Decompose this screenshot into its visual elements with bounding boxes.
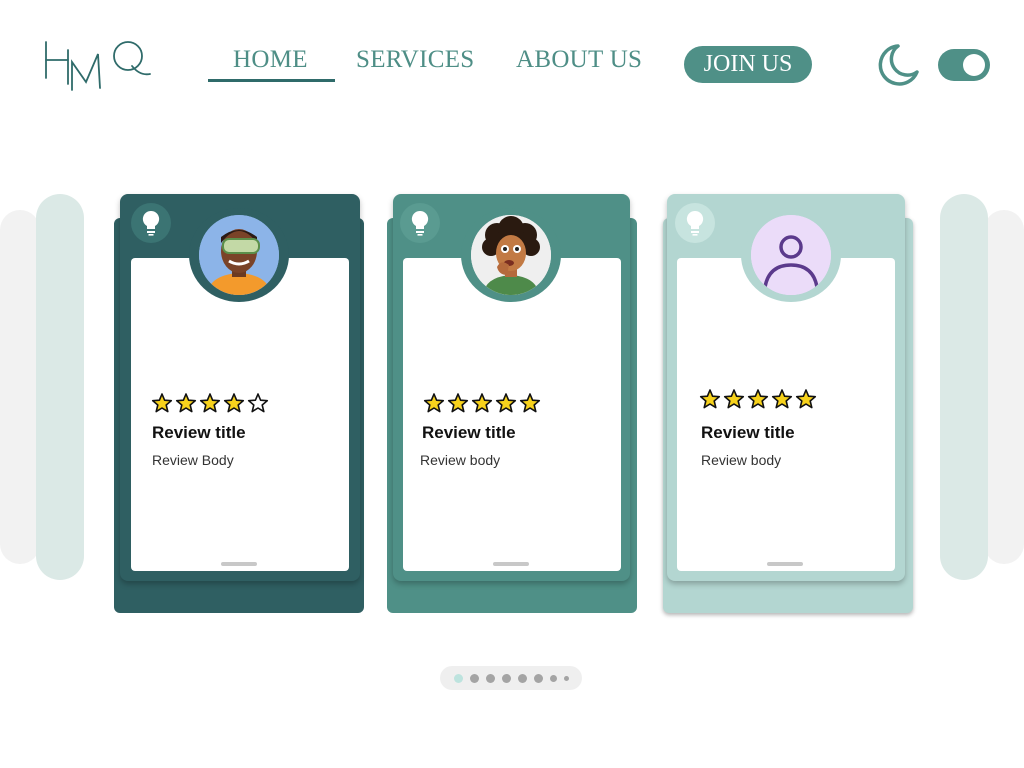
star-filled-icon bbox=[199, 393, 221, 413]
avatar-frame bbox=[461, 208, 561, 302]
nav-about-us[interactable]: ABOUT US bbox=[516, 46, 642, 74]
ghost-card-right[interactable] bbox=[940, 194, 988, 580]
user-icon bbox=[751, 215, 831, 295]
star-filled-icon bbox=[447, 393, 469, 413]
pagination-dot[interactable] bbox=[469, 673, 479, 683]
lightbulb-button[interactable] bbox=[131, 203, 171, 243]
nav-active-underline bbox=[208, 79, 335, 82]
toggle-knob bbox=[963, 54, 985, 76]
lightbulb-button[interactable] bbox=[400, 203, 440, 243]
nav-services[interactable]: SERVICES bbox=[356, 46, 474, 74]
review-title: Review title bbox=[152, 423, 246, 442]
review-body: Review body bbox=[420, 452, 501, 468]
star-empty-icon bbox=[247, 393, 269, 413]
rating-stars bbox=[151, 392, 269, 414]
star-filled-icon bbox=[223, 393, 245, 413]
star-filled-icon bbox=[519, 393, 541, 413]
avatar-vr-man bbox=[199, 215, 279, 295]
lightbulb-button[interactable] bbox=[675, 203, 715, 243]
review-title: Review title bbox=[422, 423, 516, 442]
ghost-card-left-far bbox=[0, 210, 40, 564]
star-filled-icon bbox=[747, 389, 769, 409]
review-title: Review title bbox=[701, 423, 795, 442]
pagination-dot[interactable] bbox=[453, 673, 463, 683]
avatar-placeholder bbox=[751, 215, 831, 295]
drag-handle[interactable] bbox=[221, 562, 257, 566]
review-card[interactable]: Review title Review Body bbox=[120, 194, 360, 581]
ghost-card-left[interactable] bbox=[36, 194, 84, 580]
lightbulb-icon bbox=[686, 210, 704, 236]
review-body: Review body bbox=[701, 452, 782, 468]
pagination-dot[interactable] bbox=[517, 673, 527, 683]
review-card[interactable]: Review title Review body bbox=[393, 194, 630, 581]
review-content: Review title Review Body bbox=[131, 258, 349, 571]
review-body: Review Body bbox=[152, 452, 234, 468]
rating-stars bbox=[699, 388, 817, 410]
ghost-card-right-far bbox=[984, 210, 1024, 564]
avatar-frame bbox=[189, 208, 289, 302]
hmq-logo[interactable] bbox=[40, 32, 152, 94]
star-filled-icon bbox=[795, 389, 817, 409]
carousel-pagination bbox=[440, 666, 582, 690]
star-filled-icon bbox=[771, 389, 793, 409]
rating-stars bbox=[423, 392, 541, 414]
star-filled-icon bbox=[151, 393, 173, 413]
drag-handle[interactable] bbox=[767, 562, 803, 566]
star-filled-icon bbox=[723, 389, 745, 409]
star-filled-icon bbox=[175, 393, 197, 413]
star-filled-icon bbox=[471, 393, 493, 413]
nav-home[interactable]: HOME bbox=[233, 46, 308, 74]
pagination-dot[interactable] bbox=[485, 673, 495, 683]
lightbulb-icon bbox=[411, 210, 429, 236]
avatar-frame bbox=[741, 208, 841, 302]
review-card[interactable]: Review title Review body bbox=[667, 194, 905, 581]
drag-handle[interactable] bbox=[493, 562, 529, 566]
pagination-dot[interactable] bbox=[501, 673, 511, 683]
pagination-dot[interactable] bbox=[563, 675, 569, 681]
lightbulb-icon bbox=[142, 210, 160, 236]
star-filled-icon bbox=[699, 389, 721, 409]
review-content: Review title Review body bbox=[677, 258, 895, 571]
dark-mode-toggle[interactable] bbox=[938, 49, 990, 81]
pagination-dot[interactable] bbox=[533, 673, 543, 683]
star-filled-icon bbox=[423, 393, 445, 413]
moon-icon[interactable] bbox=[874, 42, 920, 88]
avatar-curly-woman bbox=[471, 215, 551, 295]
review-content: Review title Review body bbox=[403, 258, 621, 571]
star-filled-icon bbox=[495, 393, 517, 413]
join-us-button[interactable]: JOIN US bbox=[684, 46, 812, 83]
pagination-dot[interactable] bbox=[549, 674, 557, 682]
